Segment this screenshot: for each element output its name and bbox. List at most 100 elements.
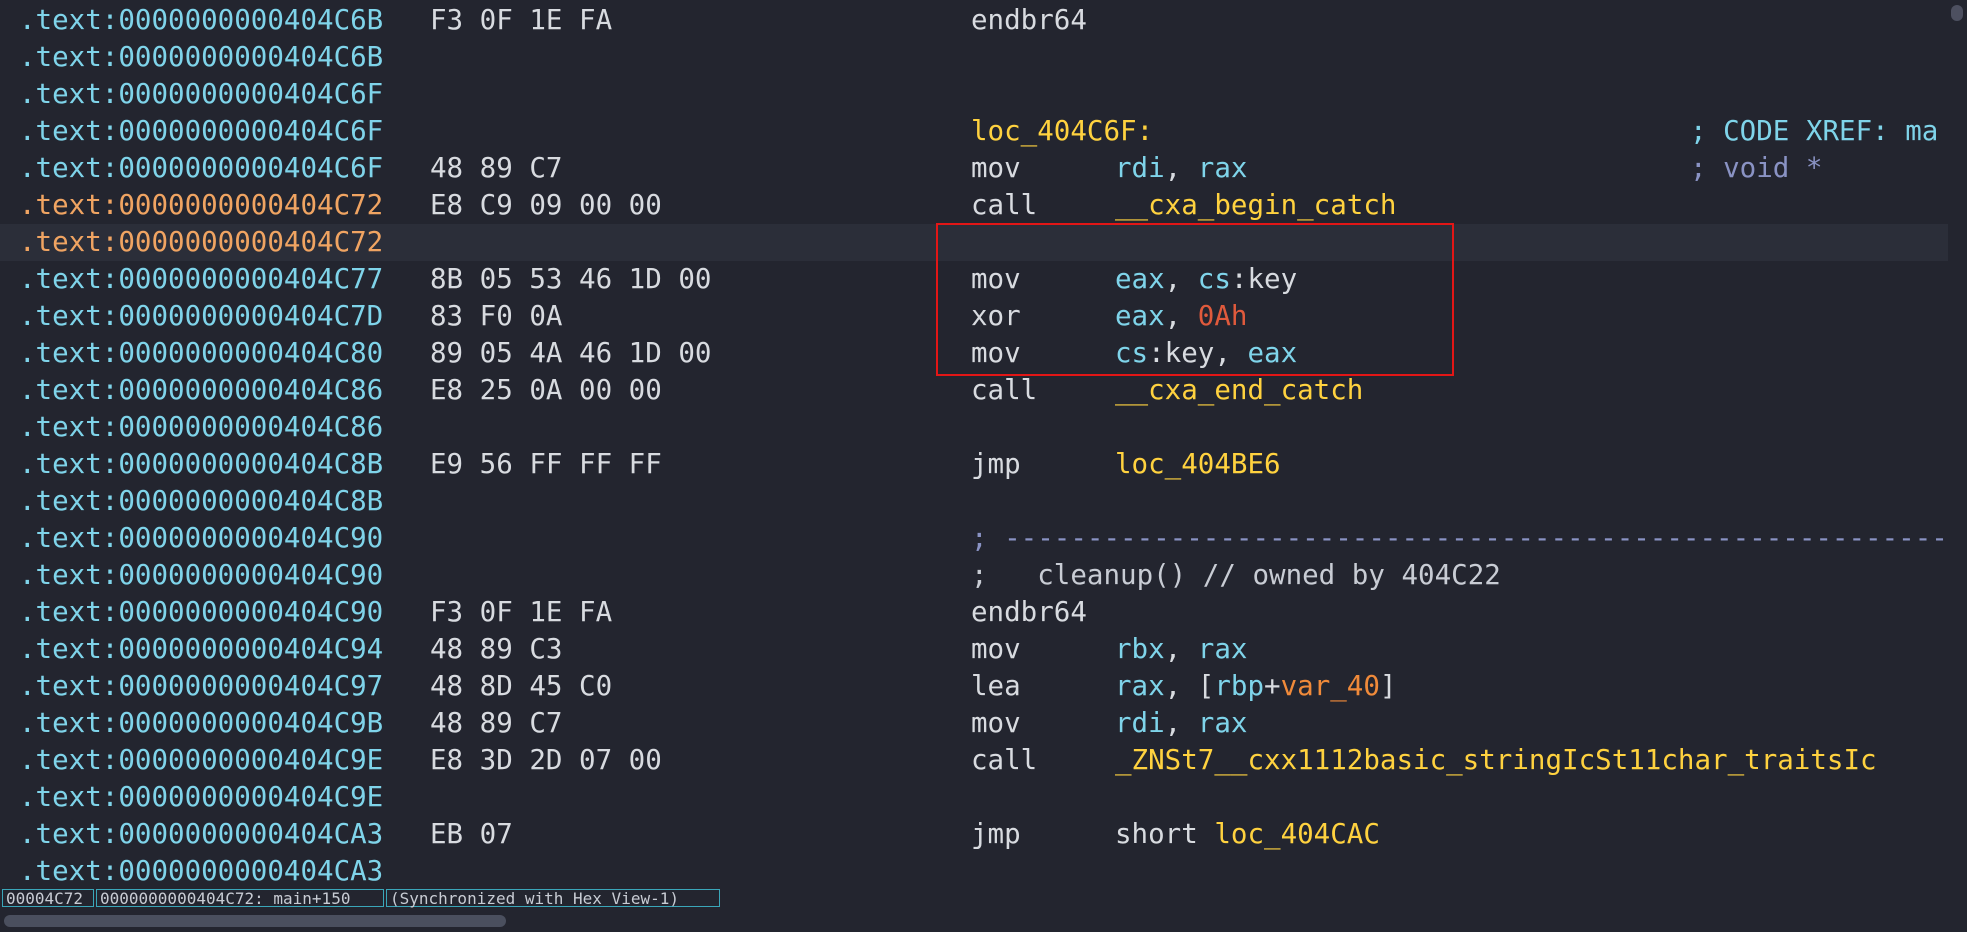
address: .text:0000000000404CA3: [19, 818, 384, 850]
listing-line[interactable]: .text:0000000000404C9E: [0, 779, 1948, 816]
address: .text:0000000000404C9E: [19, 744, 384, 776]
address: .text:0000000000404C9B: [19, 707, 384, 739]
symbol-name[interactable]: _ZNSt7__cxx1112basic_stringIcSt11char_tr…: [1115, 744, 1877, 776]
listing-line[interactable]: .text:0000000000404C72: [0, 224, 1948, 261]
register: eax: [1115, 263, 1165, 295]
listing-line[interactable]: .text:0000000000404C86: [0, 409, 1948, 446]
address: .text:0000000000404C80: [19, 337, 384, 369]
mnemonic: jmp: [971, 448, 1021, 480]
address: .text:0000000000404C7D: [19, 300, 384, 332]
function-comment: ; cleanup() // owned by 404C22: [971, 559, 1501, 591]
opcode-bytes: E8 3D 2D 07 00: [430, 744, 662, 776]
register: rax: [1197, 707, 1248, 739]
opcode-bytes: 83 F0 0A: [430, 300, 563, 332]
opcode-bytes: 48 8D 45 C0: [430, 670, 613, 702]
listing-line[interactable]: .text:0000000000404CA3: [0, 853, 1948, 888]
symbol-name[interactable]: loc_404BE6: [1115, 448, 1281, 480]
operands: loc_404BE6: [1115, 446, 1281, 483]
operands: __cxa_begin_catch: [1115, 187, 1396, 224]
disassembly-view[interactable]: .text:0000000000404C6B F3 0F 1E FA endbr64…: [0, 0, 1948, 888]
horizontal-scrollbar-thumb[interactable]: [4, 915, 506, 927]
register: eax: [1247, 337, 1298, 369]
mnemonic: mov: [971, 337, 1021, 369]
listing-line[interactable]: .text:0000000000404C8B E9 56 FF FF FF jmp l…: [0, 446, 1948, 483]
address: .text:0000000000404C94: [19, 633, 384, 665]
operand-text: ]: [1379, 670, 1397, 702]
horizontal-scrollbar[interactable]: [0, 910, 1967, 932]
register: rax: [1197, 633, 1248, 665]
register: cs: [1115, 337, 1149, 369]
symbol-name[interactable]: loc_404CAC: [1214, 818, 1380, 850]
listing-line[interactable]: .text:0000000000404C90 ; cleanup() // own…: [0, 557, 1948, 594]
address: .text:0000000000404C6B: [19, 4, 384, 36]
operand-text: ,: [1164, 152, 1198, 184]
listing-line[interactable]: .text:0000000000404C6F: [0, 76, 1948, 113]
separator-comment: ; --------------------------------------…: [971, 522, 1948, 554]
status-offset: 00004C72: [2, 889, 94, 908]
operand-text: +: [1264, 670, 1281, 702]
address: .text:0000000000404C90: [19, 522, 384, 554]
opcode-bytes: E9 56 FF FF FF: [430, 448, 662, 480]
address: .text:0000000000404C9E: [19, 781, 384, 813]
listing-line[interactable]: .text:0000000000404C6B: [0, 39, 1948, 76]
listing-line[interactable]: .text:0000000000404CA3 EB 07 jmp short loc_…: [0, 816, 1948, 853]
listing-line[interactable]: .text:0000000000404C6F 48 89 C7 mov rdi, ra…: [0, 150, 1948, 187]
mnemonic: mov: [971, 152, 1021, 184]
listing-line[interactable]: .text:0000000000404C6B F3 0F 1E FA endbr64: [0, 2, 1948, 39]
listing-line[interactable]: .text:0000000000404C80 89 05 4A 46 1D 00 m…: [0, 335, 1948, 372]
address: .text:0000000000404C6F: [19, 78, 384, 110]
opcode-bytes: 89 05 4A 46 1D 00: [430, 337, 712, 369]
listing-line[interactable]: .text:0000000000404C86 E8 25 0A 00 00 call…: [0, 372, 1948, 409]
opcode-bytes: 48 89 C7: [430, 152, 563, 184]
mnemonic: mov: [971, 707, 1021, 739]
address: .text:0000000000404CA3: [19, 855, 384, 887]
listing-line[interactable]: .text:0000000000404C7D 83 F0 0A xor eax, 0A…: [0, 298, 1948, 335]
operands: eax, cs:key: [1115, 261, 1297, 298]
operands: rbx, rax: [1115, 631, 1247, 668]
mnemonic: mov: [971, 263, 1021, 295]
operands: short loc_404CAC: [1115, 816, 1380, 853]
status-location: 0000000000404C72: main+150: [96, 889, 384, 908]
listing-line[interactable]: .text:0000000000404C8B: [0, 483, 1948, 520]
vertical-scrollbar-thumb[interactable]: [1951, 5, 1963, 21]
operands: eax, 0Ah: [1115, 298, 1247, 335]
status-sync: (Synchronized with Hex View-1): [386, 889, 720, 908]
register: rdi: [1115, 707, 1165, 739]
stack-variable[interactable]: var_40: [1281, 670, 1380, 702]
mnemonic: lea: [971, 670, 1021, 702]
listing-line[interactable]: .text:0000000000404C6F loc_404C6F: ; CODE …: [0, 113, 1948, 150]
operand-text: ,: [1164, 263, 1198, 295]
operands: _ZNSt7__cxx1112basic_stringIcSt11char_tr…: [1115, 742, 1877, 779]
operands: rdi, rax: [1115, 150, 1247, 187]
listing-line[interactable]: .text:0000000000404C90 ; ----------------…: [0, 520, 1948, 557]
listing-line[interactable]: .text:0000000000404C94 48 89 C3 mov rbx, ra…: [0, 631, 1948, 668]
symbol-name[interactable]: __cxa_begin_catch: [1115, 189, 1396, 221]
listing-line[interactable]: .text:0000000000404C90 F3 0F 1E FA endbr64: [0, 594, 1948, 631]
register: rbp: [1214, 670, 1265, 702]
listing-line[interactable]: .text:0000000000404C72 E8 C9 09 00 00 call…: [0, 187, 1948, 224]
listing-line[interactable]: .text:0000000000404C9B 48 89 C7 mov rdi, ra…: [0, 705, 1948, 742]
address: .text:0000000000404C8B: [19, 448, 384, 480]
register: rax: [1115, 670, 1165, 702]
operands: __cxa_end_catch: [1115, 372, 1363, 409]
xref-comment: ; void *: [1690, 152, 1823, 184]
listing-line[interactable]: .text:0000000000404C77 8B 05 53 46 1D 00 m…: [0, 261, 1948, 298]
immediate-value: 0Ah: [1197, 300, 1248, 332]
opcode-bytes: EB 07: [430, 818, 513, 850]
operands: rax, [rbp+var_40]: [1115, 668, 1396, 705]
operand-text: ,: [1164, 633, 1198, 665]
address: .text:0000000000404C86: [19, 411, 384, 443]
mnemonic: endbr64: [971, 4, 1087, 36]
mnemonic: endbr64: [971, 596, 1087, 628]
mnemonic: jmp: [971, 818, 1021, 850]
address: .text:0000000000404C77: [19, 263, 384, 295]
listing-line[interactable]: .text:0000000000404C9E E8 3D 2D 07 00 call…: [0, 742, 1948, 779]
symbol-name[interactable]: __cxa_end_catch: [1115, 374, 1363, 406]
address: .text:0000000000404C8B: [19, 485, 384, 517]
listing-line[interactable]: .text:0000000000404C97 48 8D 45 C0 lea rax,…: [0, 668, 1948, 705]
vertical-scrollbar[interactable]: [1948, 0, 1967, 888]
opcode-bytes: 48 89 C7: [430, 707, 563, 739]
mnemonic: xor: [971, 300, 1021, 332]
address: .text:0000000000404C6F: [19, 152, 384, 184]
code-label: loc_404C6F:: [971, 115, 1154, 147]
